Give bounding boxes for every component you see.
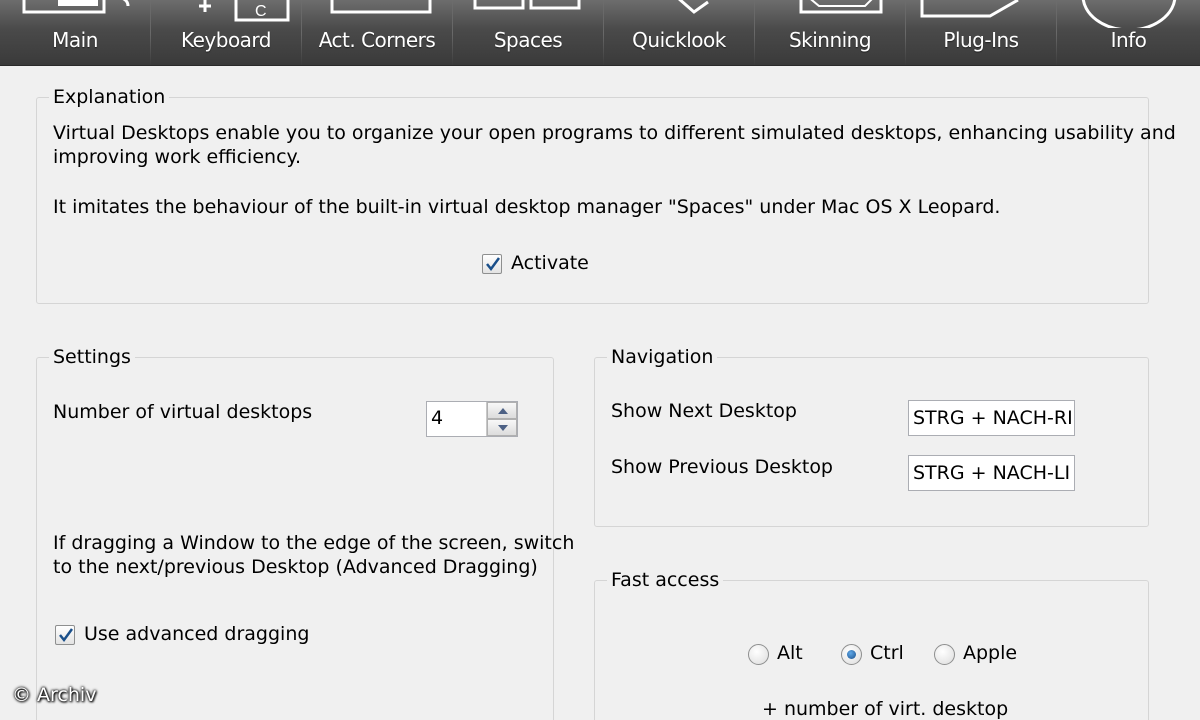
tab-main[interactable]: Main xyxy=(0,0,150,66)
info-icon xyxy=(1081,0,1177,28)
explanation-title: Explanation xyxy=(49,86,170,108)
tab-keyboard[interactable]: C Keyboard xyxy=(151,0,301,66)
keyboard-icon: C xyxy=(199,0,290,22)
tab-skinning[interactable]: Skinning xyxy=(755,0,905,66)
tab-active-corners-label: Act. Corners xyxy=(318,28,436,52)
tab-plugins[interactable]: Plug-Ins xyxy=(906,0,1056,66)
spaces-icon xyxy=(473,0,581,10)
tab-skinning-label: Skinning xyxy=(788,28,872,52)
arrow-down-icon xyxy=(498,425,508,431)
radio-ctrl-label[interactable]: Ctrl xyxy=(870,641,904,666)
advanced-dragging-description-line1: If dragging a Window to the edge of the … xyxy=(53,532,575,554)
tab-info-label: Info xyxy=(1110,28,1147,52)
spinner-buttons xyxy=(486,402,517,436)
main-icon xyxy=(22,0,130,14)
copyright-watermark: © Archiv xyxy=(12,684,97,706)
advanced-dragging-description-line2: to the next/previous Desktop (Advanced D… xyxy=(53,556,538,578)
tab-active-corners[interactable]: Act. Corners xyxy=(302,0,452,66)
show-next-desktop-hotkey-field[interactable]: STRG + NACH-RI xyxy=(908,400,1075,436)
radio-selected-dot xyxy=(847,650,856,659)
skinning-icon xyxy=(799,0,883,14)
spinner-up-button[interactable] xyxy=(487,402,517,419)
activate-checkbox[interactable] xyxy=(482,254,502,274)
explanation-text-line3: It imitates the behaviour of the built-i… xyxy=(53,196,1001,218)
navigation-group: Navigation xyxy=(594,346,1149,527)
explanation-text-line2: improving work efficiency. xyxy=(53,146,302,168)
radio-alt-label[interactable]: Alt xyxy=(777,641,803,666)
keyboard-key-glyph: C xyxy=(255,3,267,20)
radio-apple[interactable] xyxy=(934,644,955,665)
checkmark-icon xyxy=(59,628,74,643)
advanced-dragging-checkbox[interactable] xyxy=(55,625,75,645)
tab-plugins-label: Plug-Ins xyxy=(943,28,1019,52)
fast-access-title: Fast access xyxy=(607,569,724,591)
tab-spaces[interactable]: Spaces xyxy=(453,0,603,66)
radio-alt[interactable] xyxy=(748,644,769,665)
show-next-desktop-label: Show Next Desktop xyxy=(611,400,797,422)
arrow-up-icon xyxy=(498,408,508,414)
settings-title: Settings xyxy=(49,346,135,368)
quicklook-icon xyxy=(678,0,709,14)
show-previous-desktop-label: Show Previous Desktop xyxy=(611,456,833,478)
radio-ctrl[interactable] xyxy=(841,644,862,665)
num-desktops-spinner[interactable]: 4 xyxy=(426,401,518,437)
radio-apple-label[interactable]: Apple xyxy=(963,641,1017,666)
tab-quicklook[interactable]: Quicklook xyxy=(604,0,754,66)
plugins-icon xyxy=(920,0,1019,18)
tab-main-label: Main xyxy=(52,28,98,52)
num-desktops-label: Number of virtual desktops xyxy=(53,401,313,423)
tab-spaces-label: Spaces xyxy=(493,28,563,52)
tab-quicklook-label: Quicklook xyxy=(632,28,726,52)
tab-keyboard-label: Keyboard xyxy=(180,28,272,52)
toolbar: Main C Keyboard Act. Corners Spaces Quic… xyxy=(0,0,1200,66)
active-corners-icon xyxy=(330,0,432,14)
advanced-dragging-label[interactable]: Use advanced dragging xyxy=(84,622,309,647)
tab-info[interactable]: Info xyxy=(1057,0,1200,66)
show-previous-desktop-hotkey-field[interactable]: STRG + NACH-LI xyxy=(908,455,1075,491)
navigation-title: Navigation xyxy=(607,346,718,368)
spinner-down-button[interactable] xyxy=(487,419,517,436)
explanation-text-line1: Virtual Desktops enable you to organize … xyxy=(53,122,1176,144)
num-desktops-value[interactable]: 4 xyxy=(431,407,443,429)
activate-label[interactable]: Activate xyxy=(511,251,589,276)
checkmark-icon xyxy=(486,257,501,272)
fast-access-suffix: + number of virt. desktop xyxy=(762,698,1009,720)
